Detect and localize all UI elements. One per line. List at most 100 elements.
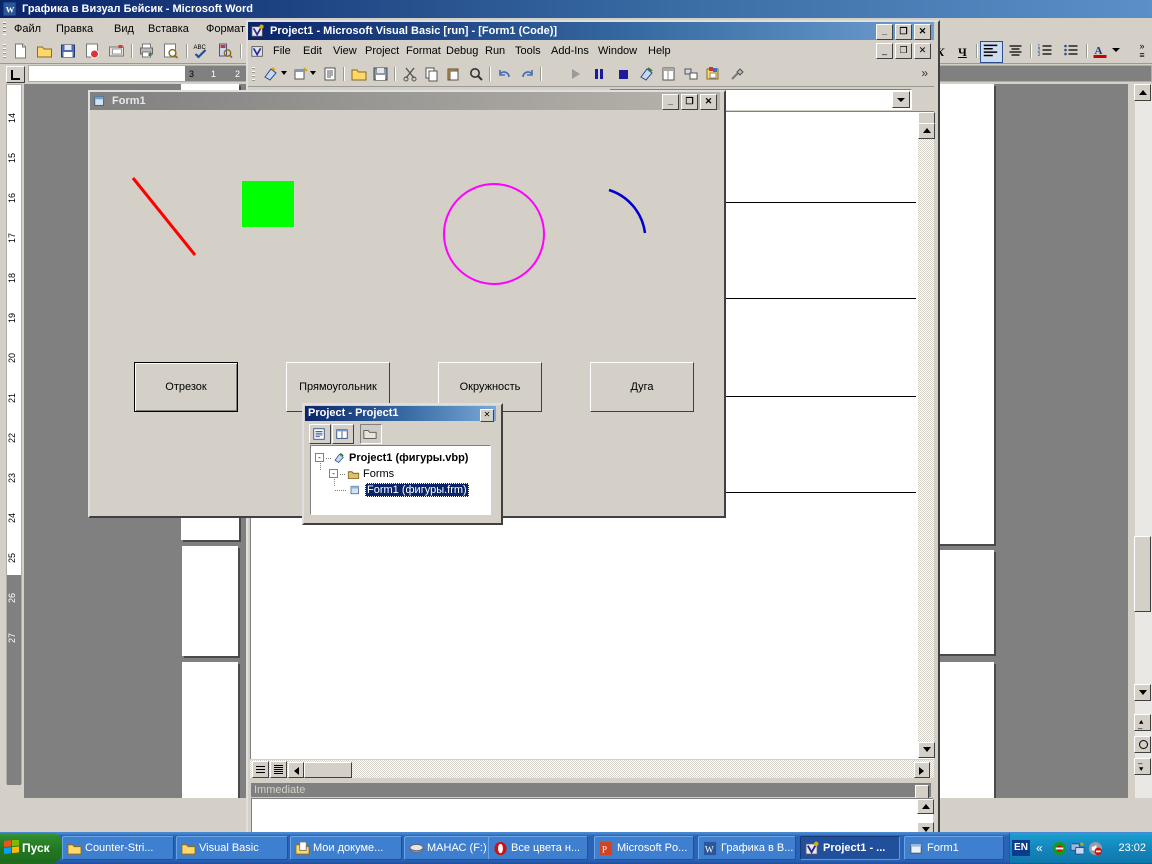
button-duga[interactable]: Дуга [590,362,694,412]
vb-menu-edit[interactable]: Edit [298,44,327,59]
menu-edit[interactable]: Правка [50,21,99,37]
next-page-button[interactable]: ‒ ⯆ [1134,758,1151,775]
object-browser-icon[interactable] [704,66,722,82]
cut-icon[interactable] [401,66,419,82]
form1-minimize-button[interactable]: _ [662,94,679,110]
print-icon[interactable] [138,43,155,59]
tree-row-form1[interactable]: Form1 (фигуры.frm) [315,477,490,497]
code-hscroll-thumb[interactable] [304,762,352,778]
underline-icon[interactable]: Ч [958,45,967,60]
word-vertical-scrollbar[interactable]: ⯅ ‒ ‒ ⯆ [1134,84,1152,798]
button-otrezok[interactable]: Отрезок [134,362,238,412]
volume-muted-icon[interactable] [1088,841,1103,856]
font-color-icon[interactable]: A [1092,43,1109,59]
vb-menu-addins[interactable]: Add-Ins [546,44,594,59]
vb-menu-project[interactable]: Project [360,44,404,59]
previous-page-button[interactable]: ⯅ ‒ [1134,714,1151,733]
taskbar-item-my-documents[interactable]: Мои докуме... [290,836,402,860]
menu-editor-icon[interactable] [321,66,339,82]
open-folder-icon[interactable] [36,43,53,59]
taskbar-item-powerpoint[interactable]: P Microsoft Po... [594,836,694,860]
menu-view[interactable]: Вид [108,21,140,37]
tree-label-form1[interactable]: Form1 (фигуры.frm) [365,483,469,497]
procedure-view-button[interactable] [252,761,269,778]
antivirus-icon[interactable] [1052,841,1067,856]
font-color-dropdown-icon[interactable] [1112,48,1120,52]
paste-icon[interactable] [445,66,463,82]
add-form-icon[interactable] [292,66,310,82]
taskbar-item-counter-strike[interactable]: Counter-Stri... [62,836,174,860]
find-icon[interactable] [467,66,485,82]
vb-minimize-button[interactable]: _ [876,24,893,40]
full-module-view-button[interactable] [270,761,287,778]
vb-menu-run[interactable]: Run [480,44,510,59]
vb-maximize-button[interactable]: ❐ [895,24,912,40]
add-project-icon[interactable] [262,66,280,82]
mdi-minimize-button[interactable]: _ [876,43,893,59]
vb-menu-help[interactable]: Help [643,44,676,59]
code-hscroll-right-button[interactable] [914,762,930,778]
bullet-list-icon[interactable] [1062,43,1081,59]
vb-menu-window[interactable]: Window [593,44,642,59]
spellcheck-icon[interactable]: ABC [192,43,209,59]
select-browse-object-button[interactable] [1134,736,1151,753]
mdi-restore-button[interactable]: ❐ [895,43,912,59]
copy-icon[interactable] [423,66,441,82]
code-horizontal-scrollbar[interactable] [250,760,934,778]
break-icon[interactable] [590,66,608,82]
toolbar-overflow-icon[interactable]: » [921,66,928,80]
object-combo-arrow[interactable] [892,91,910,108]
start-button[interactable]: Пуск [0,833,62,863]
print-preview-icon[interactable] [162,43,179,59]
menubar-grip[interactable] [3,22,6,35]
vb-menu-debug[interactable]: Debug [441,44,483,59]
project-tree[interactable]: - Project1 (фигуры.vbp) - Forms Form1 (ф… [310,445,491,515]
form-layout-icon[interactable] [682,66,700,82]
vb-menu-view[interactable]: View [328,44,362,59]
add-project-dropdown-icon[interactable] [281,71,287,75]
new-document-icon[interactable] [12,43,29,59]
mdi-close-button[interactable]: ✕ [914,43,931,59]
vb-menu-file[interactable]: File [268,44,296,59]
taskbar-item-form1[interactable]: Form1 [904,836,1004,860]
print-to-mail-icon[interactable] [108,43,125,59]
align-left-button[interactable] [980,41,1003,63]
toolbox-icon[interactable] [728,66,746,82]
numbered-list-icon[interactable]: 123 [1036,43,1055,59]
research-icon[interactable] [216,43,233,59]
taskbar-item-word[interactable]: W Графика в В... [698,836,796,860]
vb-menu-format[interactable]: Format [401,44,446,59]
toolbar-grip-1[interactable] [3,44,6,59]
vertical-ruler[interactable]: 14 15 16 17 18 19 20 21 22 23 24 25 26 2… [6,84,22,785]
menu-format[interactable]: Формат [200,21,251,37]
vb-close-button[interactable]: ✕ [914,24,931,40]
tray-expand-icon[interactable]: « [1036,841,1043,855]
immediate-scroll-up-button[interactable] [917,799,934,814]
save-icon[interactable] [60,43,77,59]
vb-menu-tools[interactable]: Tools [510,44,546,59]
properties-window-icon[interactable] [660,66,678,82]
code-scroll-down-button[interactable] [918,742,935,758]
tree-row-forms[interactable]: - Forms [315,461,490,481]
immediate-close-button[interactable]: ✕ [915,785,929,799]
open-project-icon[interactable] [350,66,368,82]
undo-icon[interactable] [496,66,514,82]
view-object-button[interactable] [332,424,354,444]
add-form-dropdown-icon[interactable] [310,71,316,75]
tree-row-project[interactable]: - Project1 (фигуры.vbp) [315,451,490,465]
code-scroll-up-button[interactable] [918,123,935,139]
form1-close-button[interactable]: ✕ [700,94,717,110]
toggle-folders-button[interactable] [360,424,382,444]
scroll-up-button[interactable] [1134,84,1151,101]
network-icon[interactable] [1070,841,1085,856]
align-center-icon[interactable] [1006,43,1025,59]
code-vertical-scrollbar[interactable] [918,112,935,758]
project-explorer-icon[interactable] [638,66,656,82]
taskbar-item-opera[interactable]: Все цвета н... [488,836,588,860]
taskbar-item-visual-basic-folder[interactable]: Visual Basic [176,836,288,860]
save-project-icon[interactable] [372,66,390,82]
vb-toolbar-grip[interactable] [252,67,255,82]
ruler-corner-tab-button[interactable] [6,66,25,83]
language-indicator[interactable]: EN [1012,840,1030,856]
scroll-down-button[interactable] [1134,684,1151,701]
